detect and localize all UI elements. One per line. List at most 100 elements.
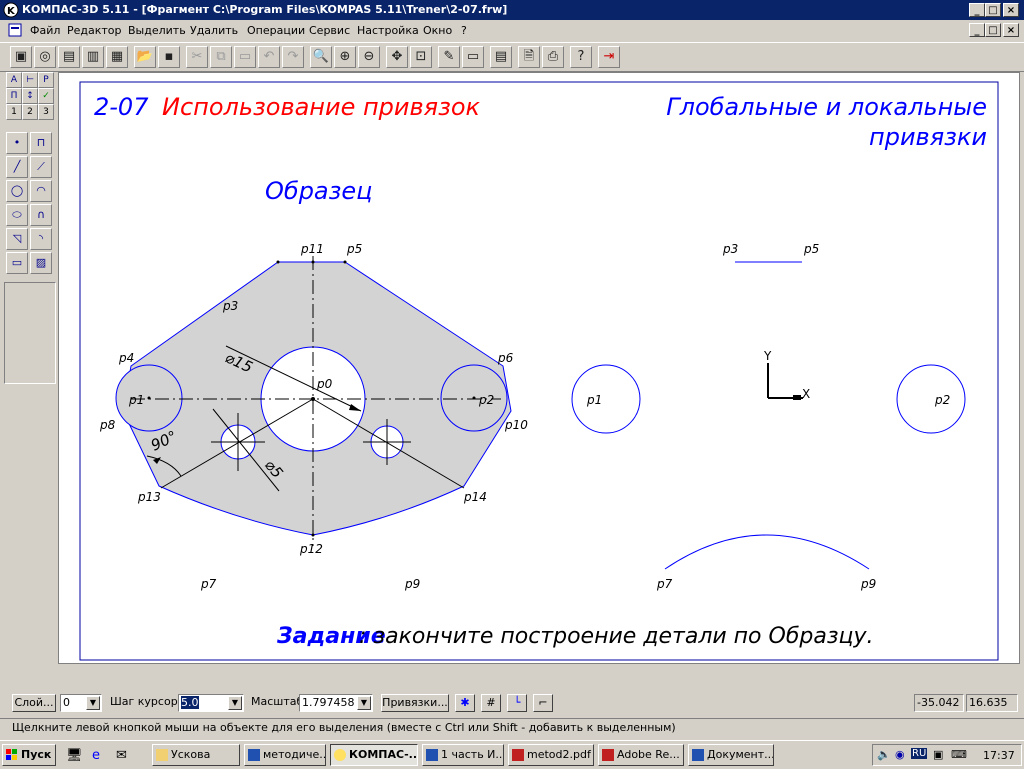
- segment-tool-icon[interactable]: ╱: [6, 156, 28, 178]
- open-icon[interactable]: 📂: [134, 46, 156, 68]
- mode-edit-icon[interactable]: П: [6, 88, 22, 104]
- scale-select[interactable]: 1.797458 ▼: [299, 694, 373, 712]
- menu-help[interactable]: ?: [461, 24, 467, 37]
- minimize-button[interactable]: _: [969, 3, 985, 17]
- display-icon[interactable]: ▭: [462, 46, 484, 68]
- menu-delete[interactable]: Удалить: [190, 24, 238, 37]
- new-spec-icon[interactable]: ▦: [106, 46, 128, 68]
- chevron-down-icon[interactable]: ▼: [357, 696, 371, 710]
- tray-keyboard-icon[interactable]: ⌨: [951, 748, 967, 761]
- mode-dimensions-icon[interactable]: ⊢: [22, 72, 38, 88]
- task-1chast[interactable]: 1 часть И...: [422, 744, 504, 766]
- task-metodiche[interactable]: методиче...: [244, 744, 326, 766]
- mode-measure-icon[interactable]: ↕: [22, 88, 38, 104]
- clock: 17:37: [983, 749, 1015, 762]
- menu-settings[interactable]: Настройка: [357, 24, 419, 37]
- menu-operations[interactable]: Операции: [247, 24, 305, 37]
- zoom-out-icon[interactable]: ⊖: [358, 46, 380, 68]
- zoom-window-icon[interactable]: 🔍: [310, 46, 332, 68]
- step-select[interactable]: 5.0 ▼: [178, 694, 244, 712]
- task-metod2pdf[interactable]: metod2.pdf: [508, 744, 594, 766]
- pt-p4: p4: [118, 351, 134, 365]
- close-button[interactable]: ×: [1003, 3, 1019, 17]
- undo-icon[interactable]: ↶: [258, 46, 280, 68]
- spline-tool-icon[interactable]: ∩: [30, 204, 52, 226]
- grid-icon[interactable]: #: [481, 694, 501, 712]
- hatch-tool-icon[interactable]: ▨: [30, 252, 52, 274]
- chevron-down-icon[interactable]: ▼: [228, 696, 242, 710]
- aux-lines-tool-icon[interactable]: ⊓: [30, 132, 52, 154]
- layer-select[interactable]: 0 ▼: [60, 694, 102, 712]
- task-uskova[interactable]: Ускова: [152, 744, 240, 766]
- fillet-tool-icon[interactable]: ◝: [30, 228, 52, 250]
- chamfer-tool-icon[interactable]: ◹: [6, 228, 28, 250]
- preview-icon[interactable]: 🗎: [518, 46, 540, 68]
- pt-p9: p9: [404, 577, 420, 591]
- ellipse-tool-icon[interactable]: ⬭: [6, 204, 28, 226]
- pan-icon[interactable]: ✥: [386, 46, 408, 68]
- task-kompas[interactable]: КОМПАС-...: [330, 744, 418, 766]
- task-adobe[interactable]: Adobe Re...: [598, 744, 684, 766]
- page-2-icon[interactable]: 2: [22, 104, 38, 120]
- new-fragment-icon[interactable]: ◎: [34, 46, 56, 68]
- tray-app-icon[interactable]: ▣: [933, 748, 943, 761]
- doc-minimize-button[interactable]: _: [969, 23, 985, 37]
- layer-button[interactable]: Слой...: [12, 694, 56, 712]
- mode-geometry-icon[interactable]: A: [6, 72, 22, 88]
- circle-tool-icon[interactable]: ◯: [6, 180, 28, 202]
- context-help-icon[interactable]: ?: [570, 46, 592, 68]
- new-document-icon[interactable]: ▣: [10, 46, 32, 68]
- pt-p1: p1: [128, 393, 144, 407]
- rectangle-tool-icon[interactable]: ▭: [6, 252, 28, 274]
- pt-right-p2: p2: [934, 393, 950, 407]
- menu-service[interactable]: Сервис: [309, 24, 350, 37]
- task-document[interactable]: Документ...: [688, 744, 774, 766]
- main-toolbar: ▣ ◎ ▤ ▥ ▦ 📂 ▪ ✂ ⧉ ▭ ↶ ↷ 🔍 ⊕ ⊖ ✥ ⊡ ✎ ▭ ▤ …: [0, 42, 1024, 72]
- copy-icon[interactable]: ⧉: [210, 46, 232, 68]
- point-tool-icon[interactable]: •: [6, 132, 28, 154]
- doc-restore-button[interactable]: □: [985, 23, 1001, 37]
- menu-edit[interactable]: Редактор: [67, 24, 122, 37]
- taskbar: Пуск 🖥 e ✉ Ускова методиче... КОМПАС-...…: [0, 740, 1024, 769]
- maximize-button[interactable]: □: [985, 3, 1001, 17]
- show-desktop-icon[interactable]: 🖥: [66, 748, 83, 763]
- menu-select[interactable]: Выделить: [128, 24, 186, 37]
- pt-p14: p14: [463, 490, 487, 504]
- new-text-icon[interactable]: ▥: [82, 46, 104, 68]
- menu-file[interactable]: Файл: [30, 24, 60, 37]
- page-1-icon[interactable]: 1: [6, 104, 22, 120]
- print-icon[interactable]: ⎙: [542, 46, 564, 68]
- exit-icon[interactable]: ⇥: [598, 46, 620, 68]
- outlook-icon[interactable]: ✉: [116, 748, 127, 763]
- arc-tool-icon[interactable]: ◠: [30, 180, 52, 202]
- page-3-icon[interactable]: 3: [38, 104, 54, 120]
- snaps-button[interactable]: Привязки...: [381, 694, 449, 712]
- library-icon[interactable]: ▤: [490, 46, 512, 68]
- drawing-canvas[interactable]: 2-07 Использование привязок Глобальные и…: [58, 72, 1020, 664]
- local-cs-icon[interactable]: └: [507, 694, 527, 712]
- speaker-icon[interactable]: 🔈: [877, 748, 891, 761]
- refresh-icon[interactable]: ✎: [438, 46, 460, 68]
- show-all-icon[interactable]: ⊡: [410, 46, 432, 68]
- network-icon[interactable]: ◉: [895, 748, 905, 761]
- step-value: 5.0: [181, 696, 199, 709]
- cut-icon[interactable]: ✂: [186, 46, 208, 68]
- paste-icon[interactable]: ▭: [234, 46, 256, 68]
- polyline-tool-icon[interactable]: ⟋: [30, 156, 52, 178]
- new-sheet-icon[interactable]: ▤: [58, 46, 80, 68]
- mode-param-icon[interactable]: P: [38, 72, 54, 88]
- menu-window[interactable]: Окно: [423, 24, 452, 37]
- mode-select-icon[interactable]: ✓: [38, 88, 54, 104]
- save-icon[interactable]: ▪: [158, 46, 180, 68]
- doc-close-button[interactable]: ×: [1003, 23, 1019, 37]
- language-indicator[interactable]: RU: [911, 748, 928, 759]
- ortho-icon[interactable]: ⌐: [533, 694, 553, 712]
- snap-toggle-icon[interactable]: ✱: [455, 694, 475, 712]
- redo-icon[interactable]: ↷: [282, 46, 304, 68]
- ie-icon[interactable]: e: [92, 748, 100, 763]
- pt-p8: p8: [99, 418, 116, 432]
- chevron-down-icon[interactable]: ▼: [86, 696, 100, 710]
- zoom-in-icon[interactable]: ⊕: [334, 46, 356, 68]
- drawing-title: Использование привязок: [162, 93, 481, 121]
- start-button[interactable]: Пуск: [2, 744, 56, 766]
